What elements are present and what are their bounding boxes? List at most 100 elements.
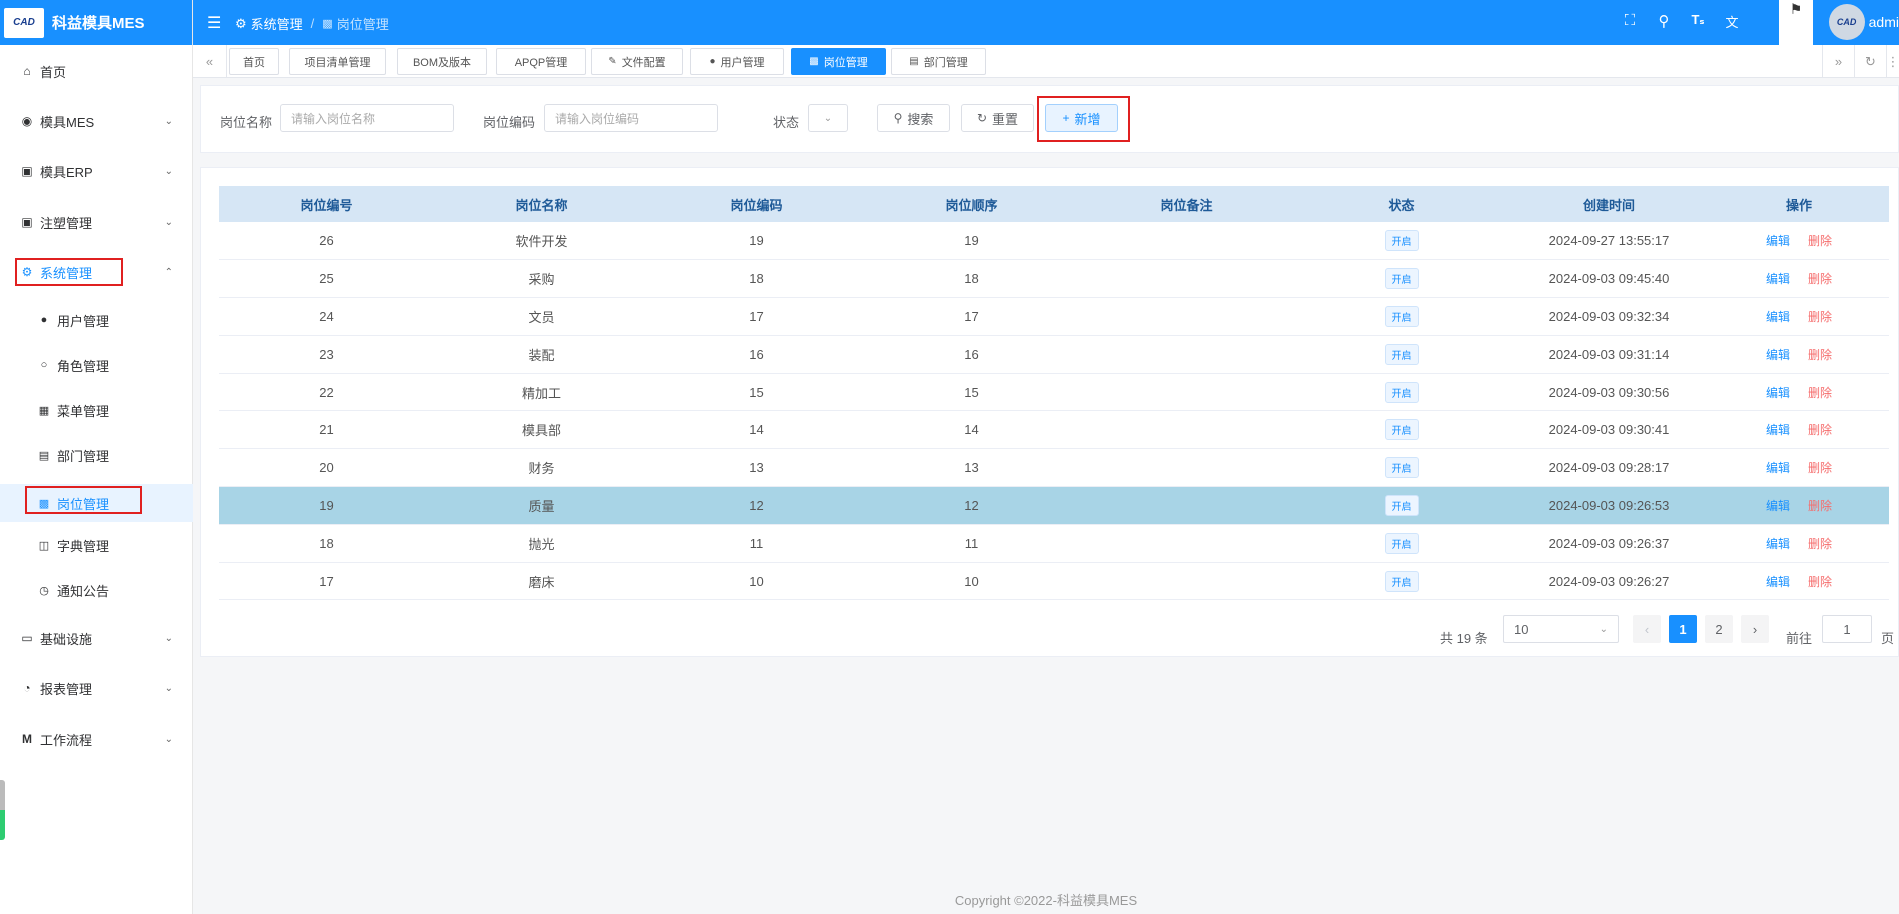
column-header[interactable]: 状态 xyxy=(1294,186,1509,222)
sidebar-subitem-departments[interactable]: ▤ 部门管理 xyxy=(0,440,193,470)
position-name-input[interactable]: 请输入岗位名称 xyxy=(280,104,454,132)
column-header: 操作 xyxy=(1709,186,1889,222)
delete-link[interactable]: 删除 xyxy=(1808,272,1832,286)
search-icon[interactable]: ⚲ xyxy=(1647,12,1681,31)
sidebar-subitem-roles[interactable]: ○ 角色管理 xyxy=(0,350,193,380)
tabs-scroll-right-icon[interactable]: » xyxy=(1822,45,1854,78)
tab-apqp[interactable]: APQP管理 xyxy=(496,48,586,75)
tab-users[interactable]: ● 用户管理 xyxy=(690,48,784,75)
edit-link[interactable]: 编辑 xyxy=(1766,272,1790,286)
app-title: 科益模具MES xyxy=(52,15,145,32)
table-row[interactable]: 25 采购 18 18 开启 2024-09-03 09:45:40 编辑 删除 xyxy=(219,259,1889,299)
cell-name: 模具部 xyxy=(434,410,649,450)
goto-page-input[interactable]: 1 xyxy=(1822,615,1872,643)
cell-remark xyxy=(1079,410,1294,450)
page-1-button[interactable]: 1 xyxy=(1669,615,1697,643)
hamburger-icon[interactable]: ☰ xyxy=(207,13,221,33)
delete-link[interactable]: 删除 xyxy=(1808,575,1832,589)
edit-link[interactable]: 编辑 xyxy=(1766,537,1790,551)
sidebar-subitem-users[interactable]: ● 用户管理 xyxy=(0,305,193,335)
column-header[interactable]: 创建时间 xyxy=(1509,186,1709,222)
edit-link[interactable]: 编辑 xyxy=(1766,234,1790,248)
refresh-icon[interactable]: ↻ xyxy=(1854,45,1886,78)
briefcase-icon: ▣ xyxy=(21,215,33,229)
edit-link[interactable]: 编辑 xyxy=(1766,499,1790,513)
status-select[interactable]: ⌄ xyxy=(808,104,848,132)
tab-departments[interactable]: ▤ 部门管理 xyxy=(891,48,986,75)
table-row[interactable]: 20 财务 13 13 开启 2024-09-03 09:28:17 编辑 删除 xyxy=(219,448,1889,488)
side-handle[interactable] xyxy=(0,780,5,840)
edit-link[interactable]: 编辑 xyxy=(1766,461,1790,475)
table-row[interactable]: 18 抛光 11 11 开启 2024-09-03 09:26:37 编辑 删除 xyxy=(219,524,1889,563)
sidebar-item-home[interactable]: ⌂ 首页 xyxy=(0,56,193,86)
sidebar-item-mold-erp[interactable]: ▣ 模具ERP ⌄ xyxy=(0,156,193,186)
sidebar-item-reports[interactable]: ◔ 报表管理 ⌄ xyxy=(0,673,193,703)
sidebar-item-mold-mes[interactable]: ◉ 模具MES ⌄ xyxy=(0,106,193,136)
delete-link[interactable]: 删除 xyxy=(1808,461,1832,475)
delete-link[interactable]: 删除 xyxy=(1808,386,1832,400)
sidebar-subitem-dictionary[interactable]: ◫ 字典管理 xyxy=(0,530,193,560)
breadcrumb-item[interactable]: 系统管理 xyxy=(251,14,303,33)
delete-link[interactable]: 删除 xyxy=(1808,310,1832,324)
edit-link[interactable]: 编辑 xyxy=(1766,310,1790,324)
sidebar-item-infrastructure[interactable]: ▭ 基础设施 ⌄ xyxy=(0,623,193,653)
cell-created: 2024-09-03 09:26:53 xyxy=(1509,486,1709,525)
column-header[interactable]: 岗位备注 xyxy=(1079,186,1294,222)
table-row[interactable]: 23 装配 16 16 开启 2024-09-03 09:31:14 编辑 删除 xyxy=(219,335,1889,374)
position-code-input[interactable]: 请输入岗位编码 xyxy=(544,104,718,132)
cell-name: 装配 xyxy=(434,335,649,374)
font-size-icon[interactable]: Tₛ xyxy=(1681,12,1715,31)
app-logo[interactable]: CAD 科益模具MES xyxy=(0,0,192,45)
next-page-button[interactable]: › xyxy=(1741,615,1769,643)
delete-link[interactable]: 删除 xyxy=(1808,499,1832,513)
cell-status: 开启 xyxy=(1294,486,1509,525)
position-name-label: 岗位名称 xyxy=(220,115,273,130)
edit-link[interactable]: 编辑 xyxy=(1766,348,1790,362)
tabs-scroll-left-icon[interactable]: « xyxy=(193,45,227,78)
sidebar-subitem-menus[interactable]: ▦ 菜单管理 xyxy=(0,395,193,425)
edit-link[interactable]: 编辑 xyxy=(1766,575,1790,589)
bell-icon[interactable]: ⚑ xyxy=(1779,0,1813,45)
delete-link[interactable]: 删除 xyxy=(1808,537,1832,551)
fullscreen-icon[interactable]: ⛶ xyxy=(1613,12,1647,31)
tab-home[interactable]: 首页 xyxy=(229,48,279,75)
sidebar-subitem-notices[interactable]: ◷ 通知公告 xyxy=(0,575,193,605)
cell-status: 开启 xyxy=(1294,448,1509,488)
translate-icon[interactable]: 文 xyxy=(1715,12,1749,31)
tab-project-list[interactable]: 项目清单管理 xyxy=(289,48,386,75)
delete-link[interactable]: 删除 xyxy=(1808,348,1832,362)
search-button[interactable]: ⚲ 搜索 xyxy=(877,104,950,132)
search-panel: 岗位名称 请输入岗位名称 岗位编码 请输入岗位编码 状态 ⌄ ⚲ 搜索 ↻ 重置 +… xyxy=(200,85,1899,153)
cell-created: 2024-09-03 09:45:40 xyxy=(1509,259,1709,299)
sidebar-item-injection[interactable]: ▣ 注塑管理 ⌄ xyxy=(0,207,193,237)
column-header[interactable]: 岗位编码 xyxy=(649,186,864,222)
table-row[interactable]: 19 质量 12 12 开启 2024-09-03 09:26:53 编辑 删除 xyxy=(219,486,1889,525)
table-row[interactable]: 17 磨床 10 10 开启 2024-09-03 09:26:27 编辑 删除 xyxy=(219,562,1889,601)
tab-bom[interactable]: BOM及版本 xyxy=(397,48,487,75)
prev-page-button[interactable]: ‹ xyxy=(1633,615,1661,643)
more-icon[interactable]: ⋮ xyxy=(1886,45,1899,78)
page-2-button[interactable]: 2 xyxy=(1705,615,1733,643)
table-row[interactable]: 21 模具部 14 14 开启 2024-09-03 09:30:41 编辑 删除 xyxy=(219,410,1889,450)
column-header[interactable]: 岗位顺序 xyxy=(864,186,1079,222)
page-size-select[interactable]: 10 ⌄ xyxy=(1503,615,1619,643)
column-header[interactable]: 岗位名称 xyxy=(434,186,649,222)
tab-positions[interactable]: ▩ 岗位管理 xyxy=(791,48,886,75)
edit-link[interactable]: 编辑 xyxy=(1766,386,1790,400)
table-row[interactable]: 24 文员 17 17 开启 2024-09-03 09:32:34 编辑 删除 xyxy=(219,297,1889,336)
user-menu[interactable]: CAD admi xyxy=(1828,4,1899,40)
cell-remark xyxy=(1079,448,1294,488)
edit-link[interactable]: 编辑 xyxy=(1766,423,1790,437)
delete-link[interactable]: 删除 xyxy=(1808,423,1832,437)
tab-file-config[interactable]: ✎ 文件配置 xyxy=(591,48,683,75)
delete-link[interactable]: 删除 xyxy=(1808,234,1832,248)
table-row[interactable]: 26 软件开发 19 19 开启 2024-09-27 13:55:17 编辑 删除 xyxy=(219,222,1889,261)
reset-button[interactable]: ↻ 重置 xyxy=(961,104,1034,132)
chevron-down-icon: ⌄ xyxy=(164,165,173,177)
table-row[interactable]: 22 精加工 15 15 开启 2024-09-03 09:30:56 编辑 删除 xyxy=(219,373,1889,412)
avatar[interactable]: CAD xyxy=(1828,4,1865,40)
cell-id: 26 xyxy=(219,222,434,261)
column-header[interactable]: 岗位编号 xyxy=(219,186,434,222)
cell-remark xyxy=(1079,486,1294,525)
sidebar-item-workflow[interactable]: M 工作流程 ⌄ xyxy=(0,724,193,754)
